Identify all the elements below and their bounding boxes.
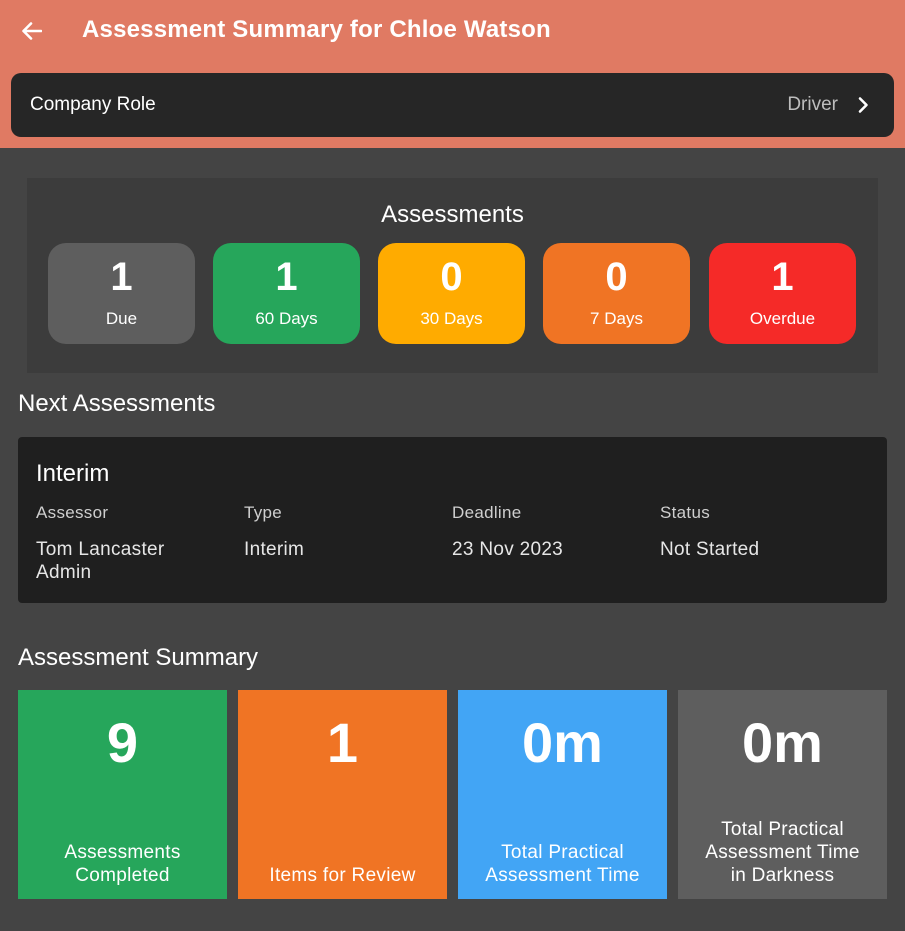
- tile-7-days-label: 7 Days: [590, 309, 643, 328]
- company-role-value: Driver: [787, 94, 838, 115]
- tile-due[interactable]: 1 Due: [48, 243, 195, 344]
- tile-60-days[interactable]: 1 60 Days: [213, 243, 360, 344]
- next-assessment-card[interactable]: Interim Assessor Tom Lancaster Admin Typ…: [18, 437, 887, 603]
- chevron-right-icon: [858, 97, 868, 113]
- type-column: Type Interim: [244, 503, 444, 561]
- deadline-column: Deadline 23 Nov 2023: [452, 503, 652, 561]
- tile-60-days-label: 60 Days: [255, 309, 318, 328]
- practical-time-darkness-value: 0m: [742, 711, 823, 774]
- status-column: Status Not Started: [660, 503, 860, 561]
- tile-overdue[interactable]: 1 Overdue: [709, 243, 856, 344]
- tile-due-count: 1: [110, 255, 133, 299]
- assessments-completed-tile[interactable]: 9 Assessments Completed: [18, 690, 227, 899]
- status-header: Status: [660, 503, 710, 522]
- page-title: Assessment Summary for Chloe Watson: [82, 16, 551, 43]
- next-assessment-title: Interim: [36, 460, 110, 487]
- type-value: Interim: [244, 539, 305, 560]
- tile-60-days-count: 1: [275, 255, 298, 299]
- items-for-review-tile[interactable]: 1 Items for Review: [238, 690, 447, 899]
- back-button[interactable]: [14, 12, 50, 50]
- app-header: Assessment Summary for Chloe Watson Comp…: [0, 0, 905, 148]
- tile-30-days-count: 0: [440, 255, 463, 299]
- deadline-value: 23 Nov 2023: [452, 539, 564, 560]
- assessor-column: Assessor Tom Lancaster Admin: [36, 503, 216, 584]
- next-assessments-heading: Next Assessments: [18, 390, 216, 417]
- deadline-header: Deadline: [452, 503, 522, 522]
- assessor-value: Tom Lancaster Admin: [36, 539, 165, 583]
- tile-due-label: Due: [105, 309, 138, 328]
- assessments-completed-label: Assessments Completed: [64, 842, 181, 886]
- practical-time-label: Total Practical Assessment Time: [485, 842, 640, 886]
- type-header: Type: [244, 503, 283, 522]
- tile-overdue-count: 1: [771, 255, 794, 299]
- tile-overdue-label: Overdue: [749, 309, 816, 328]
- practical-time-value: 0m: [522, 711, 603, 774]
- assessor-header: Assessor: [36, 503, 109, 522]
- assessments-completed-value: 9: [106, 711, 139, 774]
- tile-30-days-label: 30 Days: [420, 309, 483, 328]
- tile-7-days[interactable]: 0 7 Days: [543, 243, 690, 344]
- practical-time-darkness-label: Total Practical Assessment Time in Darkn…: [705, 819, 860, 886]
- status-value: Not Started: [660, 539, 760, 560]
- assessments-panel: Assessments 1 Due 1 60 Days 0 30 Days 0 …: [27, 178, 878, 373]
- items-for-review-value: 1: [326, 711, 359, 774]
- practical-time-darkness-tile[interactable]: 0m Total Practical Assessment Time in Da…: [678, 690, 887, 899]
- assessments-title: Assessments: [381, 201, 524, 228]
- arrow-left-icon: [22, 22, 42, 40]
- assessment-summary-heading: Assessment Summary: [18, 644, 259, 671]
- company-role-label: Company Role: [30, 94, 156, 115]
- company-role-selector[interactable]: Company Role Driver: [11, 73, 894, 137]
- items-for-review-label: Items for Review: [269, 865, 416, 886]
- tile-30-days[interactable]: 0 30 Days: [378, 243, 525, 344]
- practical-time-tile[interactable]: 0m Total Practical Assessment Time: [458, 690, 667, 899]
- tile-7-days-count: 0: [605, 255, 628, 299]
